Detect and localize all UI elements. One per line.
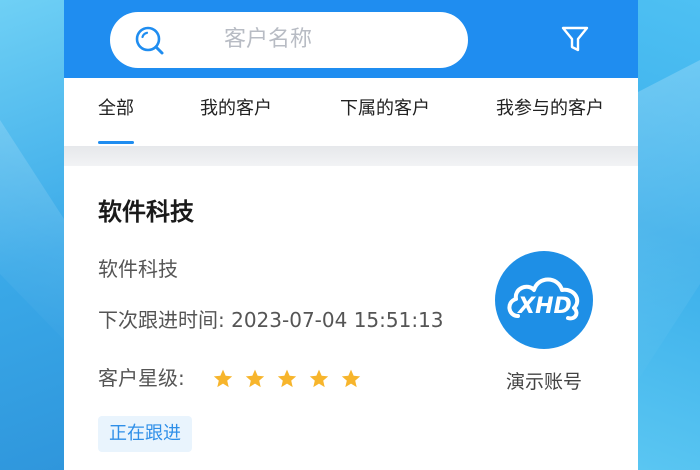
rating-label: 客户星级: — [98, 366, 185, 390]
next-followup-value: 2023-07-04 15:51:13 — [231, 308, 444, 332]
tab-subordinate-customers[interactable]: 下属的客户 — [340, 98, 430, 120]
star-icon — [213, 369, 233, 388]
tab-participated-customers[interactable]: 我参与的客户 — [496, 98, 604, 120]
tab-bar: 全部 我的客户 下属的客户 我参与的客户 — [64, 78, 638, 146]
customer-title: 软件科技 — [98, 198, 194, 226]
header-bar: 客户名称 — [64, 0, 638, 78]
next-followup-row: 下次跟进时间: 2023-07-04 15:51:13 — [98, 308, 444, 332]
app-screen: 客户名称 全部 我的客户 下属的客户 我参与的客户 软件科技 软件科技 下次跟进… — [64, 0, 638, 470]
active-tab-indicator — [98, 141, 134, 144]
search-icon — [135, 26, 164, 55]
star-icon — [277, 369, 297, 388]
tab-my-customers[interactable]: 我的客户 — [200, 98, 272, 120]
search-input[interactable]: 客户名称 — [224, 27, 312, 53]
status-badge: 正在跟进 — [98, 416, 192, 452]
star-icon — [245, 369, 265, 388]
tab-all[interactable]: 全部 — [98, 98, 134, 120]
search-bar[interactable]: 客户名称 — [110, 12, 468, 68]
logo-text: XHD — [516, 294, 572, 319]
section-divider — [64, 146, 638, 166]
filter-icon[interactable] — [560, 24, 590, 54]
next-followup-label: 下次跟进时间: — [98, 308, 225, 332]
customer-name: 软件科技 — [98, 257, 178, 281]
customer-card[interactable]: 软件科技 软件科技 下次跟进时间: 2023-07-04 15:51:13 客户… — [64, 166, 638, 470]
cloud-logo-icon: XHD — [495, 251, 593, 349]
star-icon — [309, 369, 329, 388]
star-icon — [341, 369, 361, 388]
logo-caption: 演示账号 — [505, 371, 582, 393]
